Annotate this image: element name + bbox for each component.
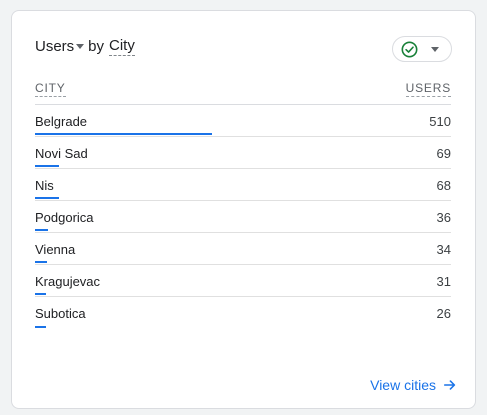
table-row[interactable]: Nis 68	[35, 169, 451, 201]
share-bar-track	[35, 197, 212, 199]
table-row[interactable]: Podgorica 36	[35, 201, 451, 233]
table-row[interactable]: Vienna 34	[35, 233, 451, 265]
share-bar	[35, 165, 59, 167]
city-name: Novi Sad	[35, 146, 88, 161]
share-bar-track	[35, 261, 212, 263]
view-cities-link[interactable]: View cities	[370, 377, 457, 393]
dimension-selector[interactable]: City	[109, 37, 135, 56]
city-name: Belgrade	[35, 114, 88, 129]
card-title: Users by City	[35, 36, 135, 56]
table-row[interactable]: Belgrade 510	[35, 105, 451, 137]
share-bar-track	[35, 133, 212, 135]
by-label: by	[88, 37, 105, 55]
users-value: 31	[436, 274, 451, 289]
table-row[interactable]: Novi Sad 69	[35, 137, 451, 169]
chevron-down-icon	[431, 47, 439, 52]
share-bar	[35, 261, 47, 263]
caret-down-icon	[76, 43, 85, 49]
city-table: Belgrade 510 Novi Sad 69 Nis 68 Podgorica 36 Vie…	[35, 105, 451, 329]
share-bar-track	[35, 229, 212, 231]
table-row[interactable]: Subotica 26	[35, 297, 451, 329]
city-name: Nis	[35, 178, 54, 193]
users-value: 510	[429, 114, 451, 129]
city-name: Subotica	[35, 306, 86, 321]
share-bar	[35, 229, 48, 231]
view-cities-label: View cities	[370, 377, 436, 393]
metric-label: Users	[35, 37, 75, 55]
share-bar-track	[35, 326, 212, 328]
share-bar	[35, 293, 46, 295]
users-value: 34	[436, 242, 451, 257]
metric-selector[interactable]: Users	[35, 38, 88, 55]
users-value: 36	[436, 210, 451, 225]
city-name: Vienna	[35, 242, 76, 257]
table-row[interactable]: Kragujevac 31	[35, 265, 451, 297]
arrow-right-icon	[443, 380, 456, 390]
column-header-users[interactable]: USERS	[405, 81, 451, 97]
share-bar	[35, 133, 212, 135]
share-bar-track	[35, 293, 212, 295]
users-value: 26	[436, 306, 451, 321]
city-name: Podgorica	[35, 210, 94, 225]
data-quality-button[interactable]	[392, 36, 452, 62]
share-bar	[35, 197, 59, 199]
share-bar	[35, 326, 46, 328]
users-value: 69	[436, 146, 451, 161]
check-circle-icon	[401, 41, 418, 58]
users-value: 68	[436, 178, 451, 193]
column-header-city[interactable]: CITY	[35, 81, 66, 97]
share-bar-track	[35, 165, 212, 167]
users-by-city-card: Users by City CITY USERS Belgrade 510 Novi…	[11, 10, 476, 409]
city-name: Kragujevac	[35, 274, 101, 289]
